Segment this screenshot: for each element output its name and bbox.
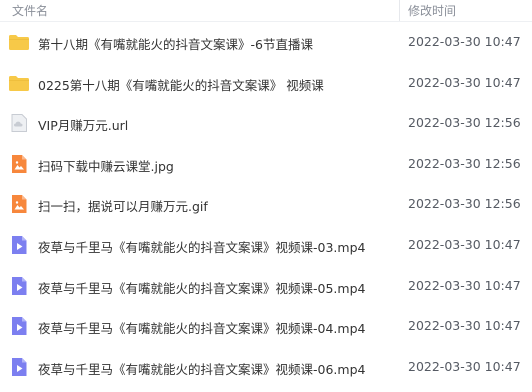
column-header-name[interactable]: 文件名 bbox=[12, 2, 48, 19]
list-item[interactable]: 夜草与千里马《有嘴就能火的抖音文案课》视频课-03.mp4 2022-03-30… bbox=[0, 225, 532, 266]
list-item[interactable]: 第十八期《有嘴就能火的抖音文案课》-6节直播课 2022-03-30 10:47 bbox=[0, 22, 532, 63]
file-list: 第十八期《有嘴就能火的抖音文案课》-6节直播课 2022-03-30 10:47… bbox=[0, 22, 532, 387]
file-name: VIP月赚万元.url bbox=[38, 118, 129, 134]
video-file-icon bbox=[8, 316, 30, 336]
file-modified-time: 2022-03-30 10:47 bbox=[408, 236, 521, 252]
file-name: 扫一扫，据说可以月赚万元.gif bbox=[38, 199, 208, 215]
file-modified-time: 2022-03-30 12:56 bbox=[408, 155, 521, 171]
file-name: 夜草与千里马《有嘴就能火的抖音文案课》视频课-06.mp4 bbox=[38, 361, 366, 377]
video-file-icon bbox=[8, 276, 30, 296]
file-name: 夜草与千里马《有嘴就能火的抖音文案课》视频课-03.mp4 bbox=[38, 239, 366, 255]
list-item[interactable]: 夜草与千里马《有嘴就能火的抖音文案课》视频课-04.mp4 2022-03-30… bbox=[0, 306, 532, 347]
file-name: 0225第十八期《有嘴就能火的抖音文案课》 视频课 bbox=[38, 77, 324, 93]
cloud-file-icon bbox=[8, 113, 30, 133]
file-name: 夜草与千里马《有嘴就能火的抖音文案课》视频课-05.mp4 bbox=[38, 280, 366, 296]
list-item[interactable]: VIP月赚万元.url 2022-03-30 12:56 bbox=[0, 103, 532, 144]
file-name: 夜草与千里马《有嘴就能火的抖音文案课》视频课-04.mp4 bbox=[38, 321, 366, 337]
list-item[interactable]: 扫一扫，据说可以月赚万元.gif 2022-03-30 12:56 bbox=[0, 184, 532, 225]
video-file-icon bbox=[8, 235, 30, 255]
folder-icon bbox=[8, 73, 30, 93]
file-modified-time: 2022-03-30 12:56 bbox=[408, 196, 521, 212]
file-name: 扫码下载中赚云课堂.jpg bbox=[38, 158, 174, 174]
file-modified-time: 2022-03-30 12:56 bbox=[408, 115, 521, 131]
list-item[interactable]: 0225第十八期《有嘴就能火的抖音文案课》 视频课 2022-03-30 10:… bbox=[0, 63, 532, 104]
file-modified-time: 2022-03-30 10:47 bbox=[408, 74, 521, 90]
file-modified-time: 2022-03-30 10:47 bbox=[408, 318, 521, 334]
file-modified-time: 2022-03-30 10:47 bbox=[408, 277, 521, 293]
file-modified-time: 2022-03-30 10:47 bbox=[408, 358, 521, 374]
list-item[interactable]: 夜草与千里马《有嘴就能火的抖音文案课》视频课-05.mp4 2022-03-30… bbox=[0, 266, 532, 307]
folder-icon bbox=[8, 32, 30, 52]
file-name: 第十八期《有嘴就能火的抖音文案课》-6节直播课 bbox=[38, 37, 313, 52]
image-file-icon bbox=[8, 194, 30, 214]
list-item[interactable]: 夜草与千里马《有嘴就能火的抖音文案课》视频课-06.mp4 2022-03-30… bbox=[0, 347, 532, 388]
image-file-icon bbox=[8, 154, 30, 174]
list-item[interactable]: 扫码下载中赚云课堂.jpg 2022-03-30 12:56 bbox=[0, 144, 532, 185]
file-modified-time: 2022-03-30 10:47 bbox=[408, 34, 521, 49]
column-header-modified-time[interactable]: 修改时间 bbox=[408, 2, 456, 19]
column-divider[interactable] bbox=[399, 0, 400, 21]
file-list-header: 文件名 修改时间 bbox=[0, 0, 532, 22]
video-file-icon bbox=[8, 357, 30, 377]
